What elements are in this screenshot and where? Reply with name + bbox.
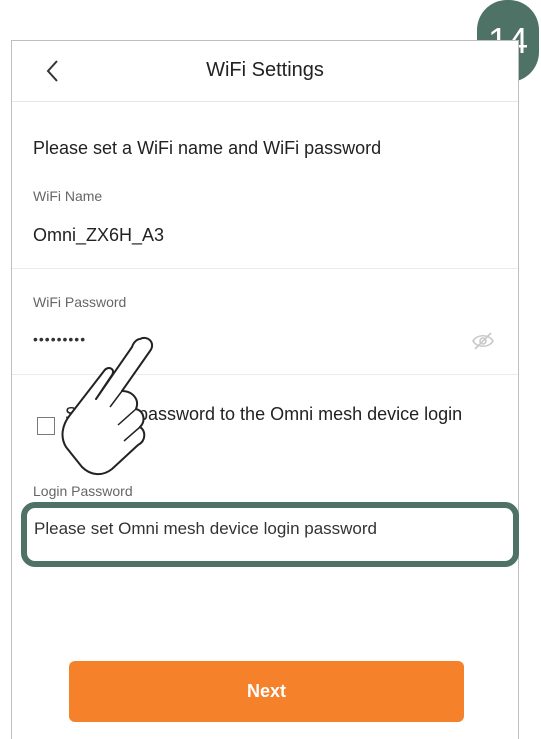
eye-slash-icon[interactable] <box>471 329 495 353</box>
page-title: WiFi Settings <box>206 59 324 81</box>
login-password-label: Login Password <box>33 483 133 499</box>
wifi-name-field[interactable]: Omni_ZX6H_A3 <box>33 225 164 246</box>
wifi-password-label: WiFi Password <box>33 294 127 310</box>
login-password-input[interactable] <box>34 519 504 539</box>
phone-screen: WiFi Settings Please set a WiFi name and… <box>11 40 519 739</box>
instruction-text: Please set a WiFi name and WiFi password <box>33 138 382 158</box>
wifi-name-label: WiFi Name <box>33 188 103 204</box>
next-button[interactable]: Next <box>69 661 464 722</box>
top-bar: WiFi Settings <box>12 41 518 102</box>
divider <box>12 268 518 269</box>
pointing-hand-icon <box>61 337 154 475</box>
